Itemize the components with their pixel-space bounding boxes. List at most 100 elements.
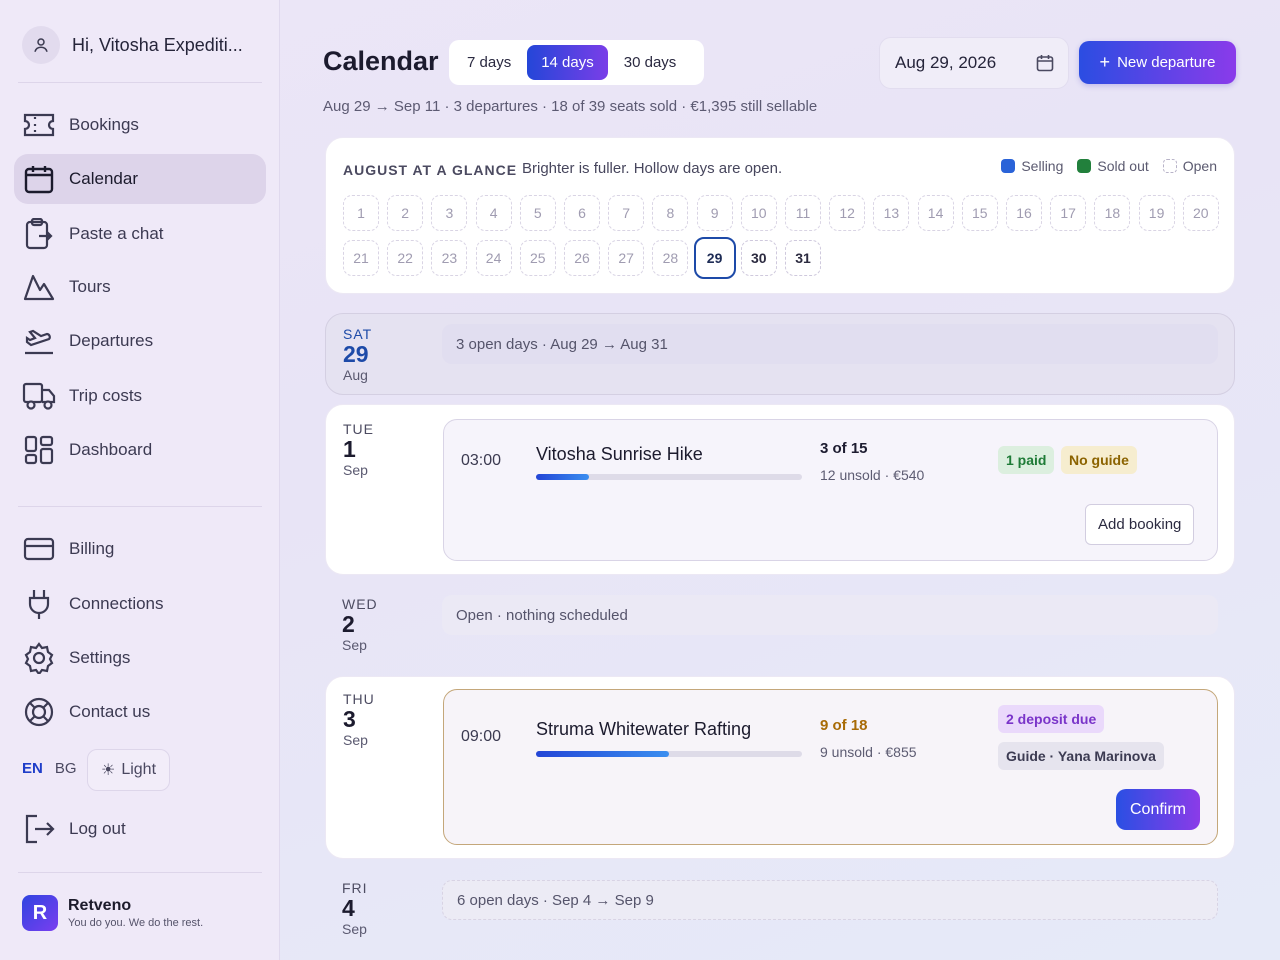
ticket-icon: [22, 108, 56, 142]
glance-day-5[interactable]: 5: [519, 195, 556, 231]
glance-day-3[interactable]: 3: [431, 195, 468, 231]
glance-day-15[interactable]: 15: [961, 195, 998, 231]
glance-day-10[interactable]: 10: [740, 195, 777, 231]
lifebuoy-icon: [22, 695, 56, 729]
sidebar-item-label: Tours: [69, 277, 111, 296]
row-month: Sep: [343, 732, 368, 749]
glance-day-14[interactable]: 14: [917, 195, 954, 231]
plus-icon: +: [1099, 52, 1111, 72]
legend-selling: Selling: [1001, 158, 1063, 174]
plug-icon: [22, 587, 56, 621]
glance-day-22[interactable]: 22: [387, 240, 424, 276]
sidebar-item-departures[interactable]: Departures: [14, 316, 266, 366]
glance-day-4[interactable]: 4: [475, 195, 512, 231]
brand-tagline: You do you. We do the rest.: [68, 917, 204, 929]
departure-card[interactable]: 03:00 Vitosha Sunrise Hike 3 of 15 12 un…: [443, 419, 1218, 561]
sidebar-item-contact[interactable]: Contact us: [14, 687, 266, 737]
glance-day-1[interactable]: 1: [343, 195, 379, 231]
glance-day-28[interactable]: 28: [652, 240, 689, 276]
glance-day-19[interactable]: 19: [1138, 195, 1175, 231]
new-departure-label: New departure: [1117, 54, 1216, 71]
range-summary: Aug 29 → Sep 11 · 3 departures · 18 of 3…: [323, 98, 818, 115]
row-date: THU 3 Sep: [343, 691, 375, 748]
glance-day-20[interactable]: 20: [1182, 195, 1219, 231]
glance-day-6[interactable]: 6: [564, 195, 600, 231]
date-picker[interactable]: Aug 29, 2026: [879, 37, 1069, 89]
departure-card[interactable]: 09:00 Struma Whitewater Rafting 9 of 18 …: [443, 689, 1218, 845]
add-booking-button[interactable]: Add booking: [1085, 504, 1195, 545]
calendar-icon: [22, 162, 56, 196]
logout-button[interactable]: Log out: [14, 804, 266, 854]
glance-day-27[interactable]: 27: [608, 240, 645, 276]
glance-heading: AUGUST AT A GLANCE: [343, 162, 518, 178]
open-days-summary: 3 open days · Aug 29 → Aug 31: [442, 324, 1218, 364]
glance-day-26[interactable]: 26: [564, 240, 600, 276]
row-date: TUE 1 Sep: [343, 421, 374, 478]
legend-open: Open: [1162, 158, 1217, 174]
departure-time: 09:00: [461, 728, 502, 745]
row-date: WED 2 Sep: [342, 596, 378, 653]
sidebar-item-dashboard[interactable]: Dashboard: [14, 425, 266, 475]
glance-day-24[interactable]: 24: [475, 240, 512, 276]
glance-day-29[interactable]: 29: [693, 237, 736, 279]
glance-day-9[interactable]: 9: [696, 195, 733, 231]
glance-day-21[interactable]: 21: [343, 240, 379, 276]
sidebar-item-tours[interactable]: Tours: [14, 262, 266, 312]
sidebar-item-calendar[interactable]: Calendar: [14, 154, 266, 204]
lang-en[interactable]: EN: [22, 760, 43, 777]
glance-day-7[interactable]: 7: [608, 195, 645, 231]
glance-day-25[interactable]: 25: [519, 240, 556, 276]
page-title: Calendar: [323, 46, 439, 76]
sidebar-item-label: Billing: [69, 539, 115, 558]
sidebar-item-label: Calendar: [69, 169, 138, 188]
row-dow: WED: [342, 596, 378, 612]
sidebar-item-paste-chat[interactable]: Paste a chat: [14, 209, 266, 259]
sidebar-divider: [18, 506, 262, 507]
glance-day-30[interactable]: 30: [740, 240, 777, 276]
sidebar-divider: [18, 872, 262, 873]
sidebar-item-connections[interactable]: Connections: [14, 579, 266, 629]
departure-name: Vitosha Sunrise Hike: [536, 444, 703, 464]
glance-day-18[interactable]: 18: [1094, 195, 1131, 231]
sidebar-item-label: Connections: [69, 594, 164, 613]
glance-day-23[interactable]: 23: [431, 240, 468, 276]
glance-day-12[interactable]: 12: [829, 195, 866, 231]
logout-icon: [22, 812, 56, 846]
sidebar-item-label: Trip costs: [69, 386, 143, 405]
occupancy-bar: [536, 474, 802, 480]
glance-day-11[interactable]: 11: [785, 195, 821, 231]
sidebar-item-trip-costs[interactable]: Trip costs: [14, 371, 266, 421]
sidebar-item-bookings[interactable]: Bookings: [14, 100, 266, 150]
brand-name: Retveno: [68, 897, 132, 914]
row-dow: THU: [343, 691, 375, 707]
clipboard-icon: [22, 217, 56, 251]
glance-day-8[interactable]: 8: [652, 195, 689, 231]
tab-30-days[interactable]: 30 days: [610, 45, 691, 80]
row-day: 4: [342, 895, 355, 921]
sun-icon: ☀: [100, 762, 116, 779]
glance-day-17[interactable]: 17: [1050, 195, 1087, 231]
tab-7-days[interactable]: 7 days: [453, 45, 525, 80]
confirm-button[interactable]: Confirm: [1116, 789, 1200, 830]
range-tabs: 7 days 14 days 30 days: [449, 40, 704, 85]
tab-14-days[interactable]: 14 days: [527, 45, 608, 80]
row-dow: SAT: [343, 326, 373, 342]
status-badge-paid: 1 paid: [998, 446, 1055, 474]
theme-toggle-button[interactable]: ☀ Light: [87, 749, 170, 791]
day-row-sep-3: THU 3 Sep 09:00 Struma Whitewater Raftin…: [325, 676, 1235, 859]
user-menu[interactable]: Hi, Vitosha Expediti...: [22, 26, 256, 64]
row-month: Sep: [342, 921, 367, 938]
glance-day-2[interactable]: 2: [387, 195, 424, 231]
glance-day-13[interactable]: 13: [873, 195, 910, 231]
language-switch: EN BG: [22, 760, 77, 777]
sidebar-item-settings[interactable]: Settings: [14, 633, 266, 683]
sidebar-item-billing[interactable]: Billing: [14, 524, 266, 574]
row-dow: TUE: [343, 421, 374, 437]
status-badge-guide: No guide: [1061, 446, 1137, 474]
row-month: Sep: [342, 637, 367, 654]
lang-bg[interactable]: BG: [55, 760, 77, 777]
glance-day-31[interactable]: 31: [785, 240, 821, 276]
mountain-icon: [22, 270, 56, 304]
glance-day-16[interactable]: 16: [1006, 195, 1042, 231]
new-departure-button[interactable]: + New departure: [1079, 41, 1236, 84]
